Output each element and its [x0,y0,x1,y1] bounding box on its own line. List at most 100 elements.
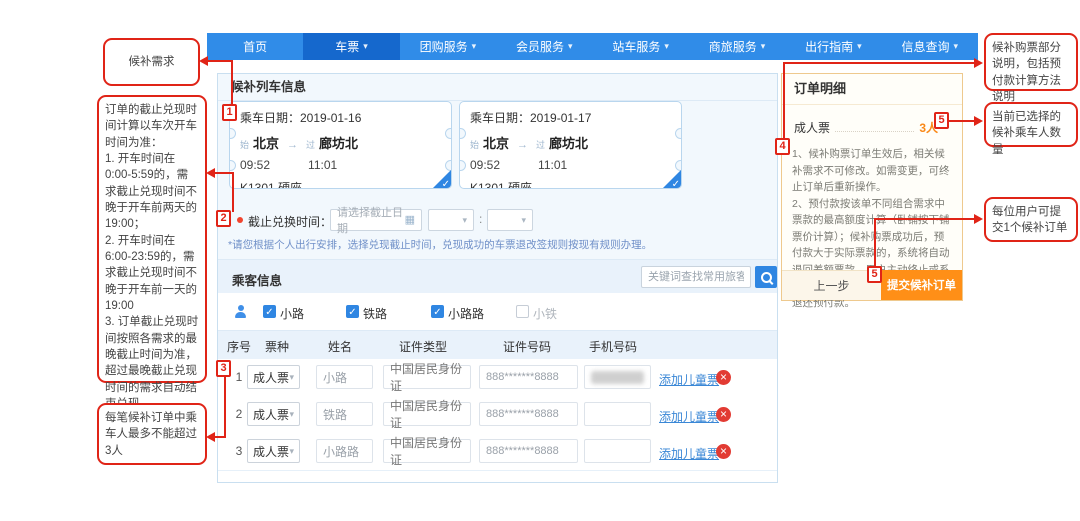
nav-item-travel-guide[interactable]: 出行指南▾ [785,33,881,60]
route-arrow-icon: → [517,139,528,151]
deadline-minute-select[interactable]: ▾ [487,209,533,231]
add-child-ticket-link[interactable]: 添加儿童票 [659,408,719,425]
name-input[interactable]: 小路 [316,365,373,389]
arrowhead-left-icon [199,56,208,66]
quick-select-label-4: 小铁 [533,305,557,322]
quick-select-label-3[interactable]: 小路路 [448,305,484,322]
add-child-ticket-link[interactable]: 添加儿童票 [659,371,719,388]
origin-tag: 始 [470,140,479,150]
chevron-down-icon: ▾ [568,41,573,52]
train-number-seat: K1301 硬座 [470,179,671,189]
search-icon [761,272,772,283]
arrowhead-right-icon [974,214,983,224]
train-number-seat: K1301 硬座 [240,179,441,189]
quick-select-checkbox-2[interactable]: ✓ [346,305,359,318]
ticket-type-select[interactable]: 成人票▾ [247,402,300,426]
train-times: 09:5211:01 [470,158,671,172]
ticket-type-select[interactable]: 成人票▾ [247,439,300,463]
chevron-down-icon: ▾ [289,409,294,420]
deadline-date-input[interactable]: 请选择截止日期 ▦ [330,209,422,231]
col-header-phone: 手机号码 [577,338,649,355]
quick-select-checkbox-4[interactable]: ✓ [516,305,529,318]
ticket-type-select[interactable]: 成人票▾ [247,365,300,389]
marker-1: 1 [222,104,237,121]
waitlist-train-panel: 候补列车信息 乘车日期：2019-01-16 始北京→过廊坊北 09:5211:… [217,73,778,483]
passenger-row-3: 3 成人票▾ 小路路 中国居民身份证 888*******8888 添加儿童票 … [218,433,777,471]
destination-station: 廊坊北 [549,136,588,151]
pass-tag: 过 [536,140,545,150]
arrowhead-right-icon [974,58,983,68]
train-card-1[interactable]: 乘车日期：2019-01-16 始北京→过廊坊北 09:5211:01 K130… [229,101,452,189]
search-button[interactable] [755,266,777,288]
add-child-ticket-link[interactable]: 添加儿童票 [659,445,719,462]
annotation-waitlist-demand: 候补需求 [103,38,200,86]
close-icon: × [720,444,727,458]
depart-time: 09:52 [240,158,270,172]
nav-item-group-service[interactable]: 团购服务▾ [400,33,496,60]
marker-5-submit: 5 [867,266,882,283]
page: 首页 车票▾ 团购服务▾ 会员服务▾ 站车服务▾ 商旅服务▾ 出行指南▾ 信息查… [0,0,1080,521]
quick-select-label-2[interactable]: 铁路 [363,305,387,322]
quick-select-checkbox-3[interactable]: ✓ [431,305,444,318]
submit-waitlist-order-button[interactable]: 提交候补订单 [881,270,962,300]
ticket-notch [459,128,466,139]
passenger-row-1: 1 成人票▾ 小路 中国居民身份证 888*******8888 添加儿童票 × [218,359,777,397]
annotation-prepay-explanation: 候补购票部分说明，包括预付款计算方法说明 [984,33,1078,91]
order-summary-line: 成人票 3人 [794,119,938,136]
marker-2: 2 [216,210,231,227]
route-arrow-icon: → [287,139,298,151]
check-icon: ✓ [672,179,680,189]
marker-5-count: 5 [934,112,949,129]
annotation-line [783,62,785,138]
col-header-id-type: 证件类型 [387,338,459,355]
id-type-input[interactable]: 中国居民身份证 [383,365,471,389]
depart-time: 09:52 [470,158,500,172]
train-card-2[interactable]: 乘车日期：2019-01-17 始北京→过廊坊北 09:5211:01 K130… [459,101,682,189]
ticket-notch [459,160,466,171]
origin-tag: 始 [240,140,249,150]
annotation-line [874,218,976,220]
annotation-line [874,218,876,266]
name-input[interactable]: 铁路 [316,402,373,426]
delete-passenger-button[interactable]: × [716,407,731,422]
annotation-line [231,60,233,106]
blurred-phone-value [591,371,644,384]
order-note-1: 1、候补购票订单生效后，相关候补需求不可修改。如需变更，可终止订单后重新操作。 [792,146,954,196]
chevron-down-icon: ▾ [954,41,959,52]
annotation-line [783,62,976,64]
phone-input[interactable] [584,402,651,426]
chevron-down-icon: ▾ [363,41,368,52]
annotation-line [949,120,976,122]
name-input[interactable]: 小路路 [316,439,373,463]
nav-item-station-service[interactable]: 站车服务▾ [593,33,689,60]
delete-passenger-button[interactable]: × [716,370,731,385]
phone-input[interactable] [584,365,651,389]
delete-passenger-button[interactable]: × [716,444,731,459]
passenger-search-input[interactable] [641,266,751,288]
id-number-input[interactable]: 888*******8888 [479,365,578,389]
passenger-section-title: 乘客信息 [232,270,282,289]
phone-input[interactable] [584,439,651,463]
nav-item-home[interactable]: 首页 [207,33,303,60]
annotation-one-order-limit: 每位用户可提交1个候补订单 [984,197,1078,242]
deadline-hint-note: *请您根据个人出行安排，选择兑现截止时间，兑现成功的车票退改签规则按现有规则办理… [228,237,652,252]
nav-item-business-service[interactable]: 商旅服务▾ [689,33,785,60]
id-number-input[interactable]: 888*******8888 [479,439,578,463]
nav-item-info-query[interactable]: 信息查询▾ [882,33,978,60]
id-type-input[interactable]: 中国居民身份证 [383,439,471,463]
required-dot-icon [237,217,243,223]
annotation-line [232,172,234,212]
check-icon: ✓ [442,179,450,189]
close-icon: × [720,370,727,384]
quick-select-checkbox-1[interactable]: ✓ [263,305,276,318]
deadline-hour-select[interactable]: ▾ [428,209,474,231]
train-route: 始北京→过廊坊北 [240,133,441,152]
id-type-input[interactable]: 中国居民身份证 [383,402,471,426]
waitlist-panel-title: 候补列车信息 [218,74,777,101]
quick-select-label-1[interactable]: 小路 [280,305,304,322]
nav-item-member-service[interactable]: 会员服务▾ [496,33,592,60]
id-number-input[interactable]: 888*******8888 [479,402,578,426]
passenger-row-2: 2 成人票▾ 铁路 中国居民身份证 888*******8888 添加儿童票 × [218,396,777,434]
nav-item-tickets[interactable]: 车票▾ [303,33,399,60]
chevron-down-icon: ▾ [289,446,294,457]
